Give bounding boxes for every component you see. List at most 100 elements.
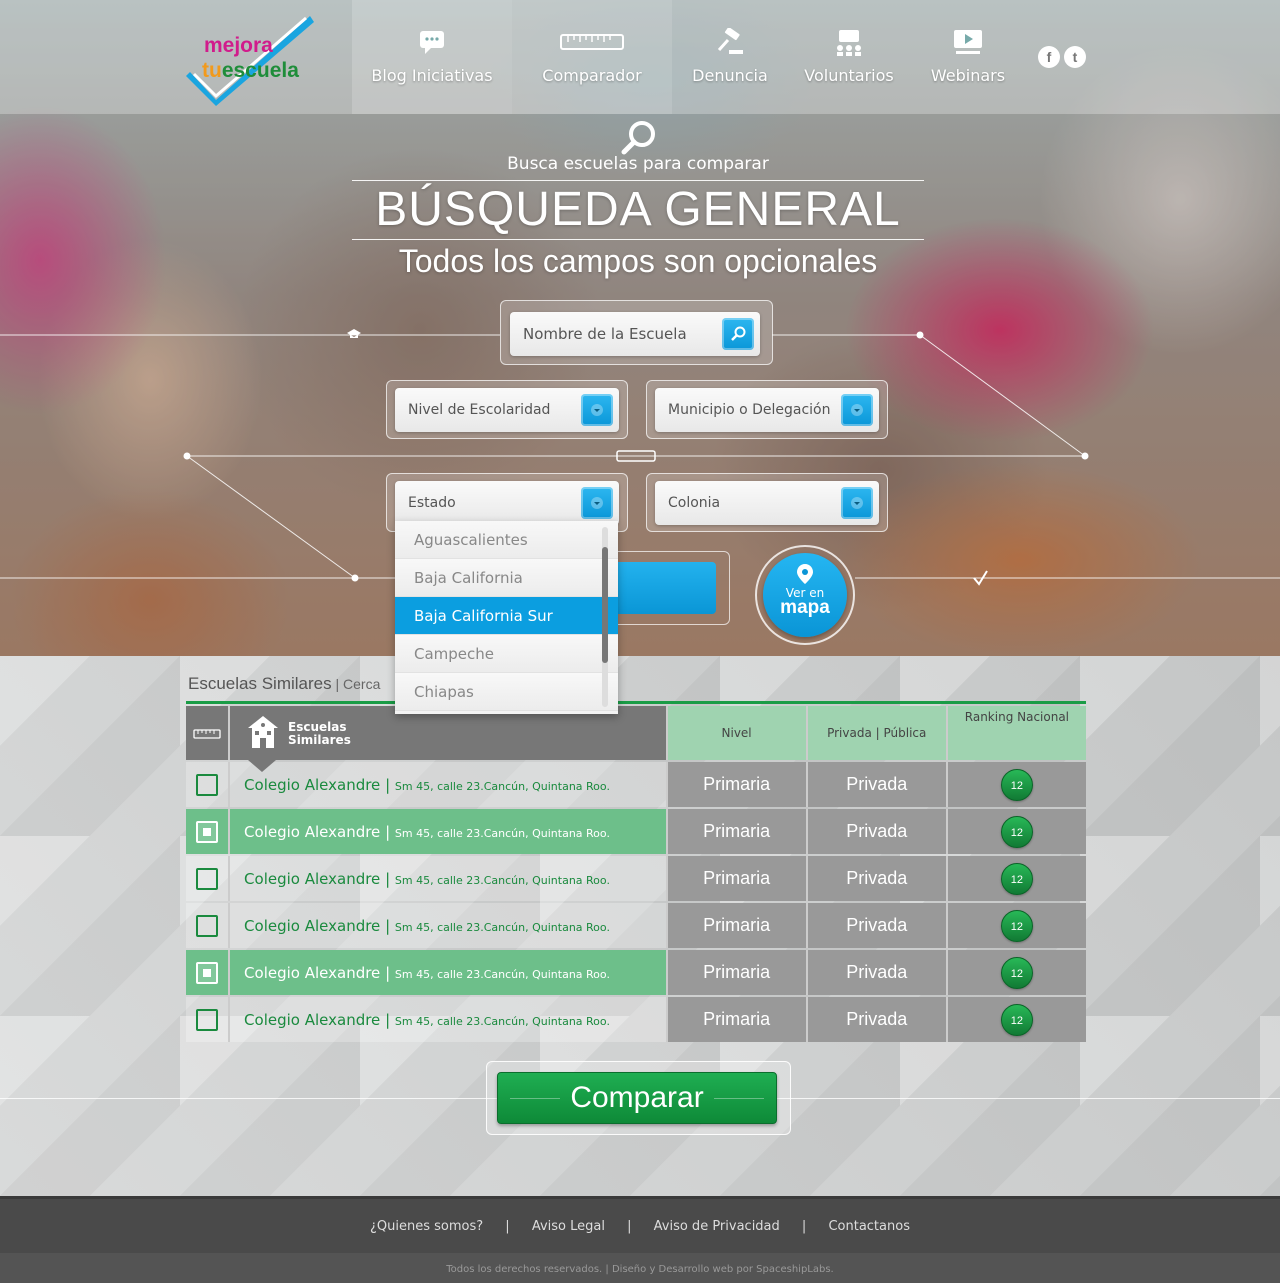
school-name: Colegio Alexandre — [244, 869, 381, 888]
type-cell: Privada — [805, 762, 946, 807]
level-select-label: Nivel de Escolaridad — [408, 402, 551, 418]
state-option[interactable]: Chiapas — [395, 673, 618, 711]
table-row[interactable]: Colegio Alexandre | Sm 45, calle 23.Canc… — [186, 856, 1086, 901]
footer-links: ¿Quienes somos? | Aviso Legal | Aviso de… — [0, 1219, 1280, 1234]
compare-button[interactable]: Comparar — [497, 1072, 777, 1124]
school-address: Sm 45, calle 23.Cancún, Quintana Roo. — [394, 873, 610, 887]
table-row[interactable]: Colegio Alexandre | Sm 45, calle 23.Canc… — [186, 997, 1086, 1042]
dropdown-scrollbar-thumb[interactable] — [602, 547, 608, 663]
school-address: Sm 45, calle 23.Cancún, Quintana Roo. — [394, 967, 610, 981]
school-name-placeholder: Nombre de la Escuela — [523, 325, 687, 343]
search-heading: Busca escuelas para comparar BÚSQUEDA GE… — [352, 118, 924, 282]
main-title: BÚSQUEDA GENERAL — [352, 181, 924, 240]
nav-item-voluntarios[interactable]: Voluntarios — [788, 0, 910, 114]
colony-select[interactable]: Colonia — [655, 481, 879, 525]
footer-link-legal[interactable]: Aviso Legal — [532, 1219, 605, 1234]
school-name: Colegio Alexandre — [244, 1010, 381, 1029]
row-checkbox[interactable] — [196, 914, 219, 937]
row-checkbox[interactable] — [196, 961, 219, 984]
colony-dropdown-button[interactable] — [841, 487, 873, 519]
school-cell[interactable]: Colegio Alexandre | Sm 45, calle 23.Canc… — [230, 856, 666, 901]
state-dropdown-button[interactable] — [581, 487, 613, 519]
row-checkbox[interactable] — [196, 820, 219, 843]
table-row[interactable]: Colegio Alexandre | Sm 45, calle 23.Canc… — [186, 809, 1086, 854]
school-name: Colegio Alexandre — [244, 916, 381, 935]
state-option[interactable]: Baja California — [395, 559, 618, 597]
level-column-header: Nivel — [665, 706, 806, 760]
ruler-icon — [560, 34, 624, 50]
rank-badge: 12 — [1000, 956, 1033, 989]
school-column-label: Escuelas Similares — [288, 720, 351, 747]
view-map-button-face: Ver en mapa — [763, 553, 847, 637]
facebook-icon[interactable]: f — [1038, 46, 1060, 68]
row-checkbox[interactable] — [196, 1008, 219, 1031]
nav-item-blog[interactable]: Blog Iniciativas — [352, 0, 512, 114]
video-screen-icon — [954, 30, 982, 54]
map-pin-icon — [797, 564, 813, 584]
type-cell: Privada — [805, 997, 946, 1042]
state-option[interactable]: Campeche — [395, 635, 618, 673]
main-nav: Blog Iniciativas Comparador Denuncia Vol… — [352, 0, 1026, 114]
table-row[interactable]: Colegio Alexandre | Sm 45, calle 23.Canc… — [186, 950, 1086, 995]
chat-bubble-icon — [420, 31, 444, 54]
chevron-down-icon — [851, 404, 863, 416]
rank-cell: 12 — [945, 997, 1086, 1042]
school-name: Colegio Alexandre — [244, 775, 381, 794]
state-option-selected[interactable]: Baja California Sur — [395, 597, 618, 635]
footer: ¿Quienes somos? | Aviso Legal | Aviso de… — [0, 1196, 1280, 1283]
footer-separator: | — [505, 1219, 510, 1234]
municipality-select[interactable]: Municipio o Delegación — [655, 388, 879, 432]
nav-item-webinars[interactable]: Webinars — [910, 0, 1026, 114]
footer-link-about[interactable]: ¿Quienes somos? — [370, 1219, 483, 1234]
school-cell[interactable]: Colegio Alexandre | Sm 45, calle 23.Canc… — [230, 762, 666, 807]
school-cell[interactable]: Colegio Alexandre | Sm 45, calle 23.Canc… — [230, 903, 666, 948]
footer-link-privacy[interactable]: Aviso de Privacidad — [654, 1219, 780, 1234]
school-name: Colegio Alexandre — [244, 822, 381, 841]
social-links: f t — [1038, 46, 1086, 68]
school-search-button[interactable] — [722, 318, 754, 350]
graduation-cap-icon — [347, 329, 361, 338]
table-row[interactable]: Colegio Alexandre | Sm 45, calle 23.Canc… — [186, 903, 1086, 948]
municipality-dropdown-button[interactable] — [841, 394, 873, 426]
school-cell[interactable]: Colegio Alexandre | Sm 45, calle 23.Canc… — [230, 809, 666, 854]
table-row[interactable]: Colegio Alexandre | Sm 45, calle 23.Canc… — [186, 762, 1086, 807]
chevron-down-icon — [851, 497, 863, 509]
rank-badge: 12 — [1000, 862, 1033, 895]
state-option[interactable]: Aguascalientes — [395, 521, 618, 559]
state-select[interactable]: Estado — [395, 481, 619, 525]
type-column-header: Privada | Pública — [805, 706, 946, 760]
level-select[interactable]: Nivel de Escolaridad — [395, 388, 619, 432]
footer-copyright: Todos los derechos reservados. | Diseño … — [0, 1253, 1280, 1283]
row-checkbox-cell — [186, 856, 231, 901]
site-logo[interactable]: mejora tuescuela — [186, 10, 316, 106]
compare-column-header — [186, 706, 231, 760]
state-select-label: Estado — [408, 495, 456, 511]
nav-label-denuncia: Denuncia — [692, 66, 768, 85]
nav-item-denuncia[interactable]: Denuncia — [672, 0, 788, 114]
search-kicker: Busca escuelas para comparar — [352, 154, 924, 181]
row-checkbox-cell — [186, 762, 231, 807]
view-map-button[interactable]: Ver en mapa — [755, 545, 855, 645]
level-cell: Primaria — [665, 950, 806, 995]
level-dropdown-button[interactable] — [581, 394, 613, 426]
nav-label-voluntarios: Voluntarios — [804, 66, 894, 85]
school-cell[interactable]: Colegio Alexandre | Sm 45, calle 23.Canc… — [230, 997, 666, 1042]
twitter-icon[interactable]: t — [1064, 46, 1086, 68]
level-cell: Primaria — [665, 809, 806, 854]
rank-cell: 12 — [945, 856, 1086, 901]
chevron-down-icon — [591, 497, 603, 509]
footer-link-contact[interactable]: Contactanos — [828, 1219, 910, 1234]
results-section-title: Escuelas Similares | Cerca — [188, 674, 381, 693]
header-pointer — [248, 760, 277, 772]
type-cell: Privada — [805, 903, 946, 948]
school-cell[interactable]: Colegio Alexandre | Sm 45, calle 23.Canc… — [230, 950, 666, 995]
results-table: Escuelas Similares Nivel Privada | Públi… — [186, 704, 1086, 1044]
magnifier-icon — [621, 121, 655, 155]
school-name-input[interactable]: Nombre de la Escuela — [510, 312, 760, 356]
nav-item-comparador[interactable]: Comparador — [512, 0, 672, 114]
type-cell: Privada — [805, 950, 946, 995]
ruler-icon — [193, 728, 221, 739]
school-address: Sm 45, calle 23.Cancún, Quintana Roo. — [394, 920, 610, 934]
row-checkbox[interactable] — [196, 867, 219, 890]
row-checkbox[interactable] — [196, 773, 219, 796]
